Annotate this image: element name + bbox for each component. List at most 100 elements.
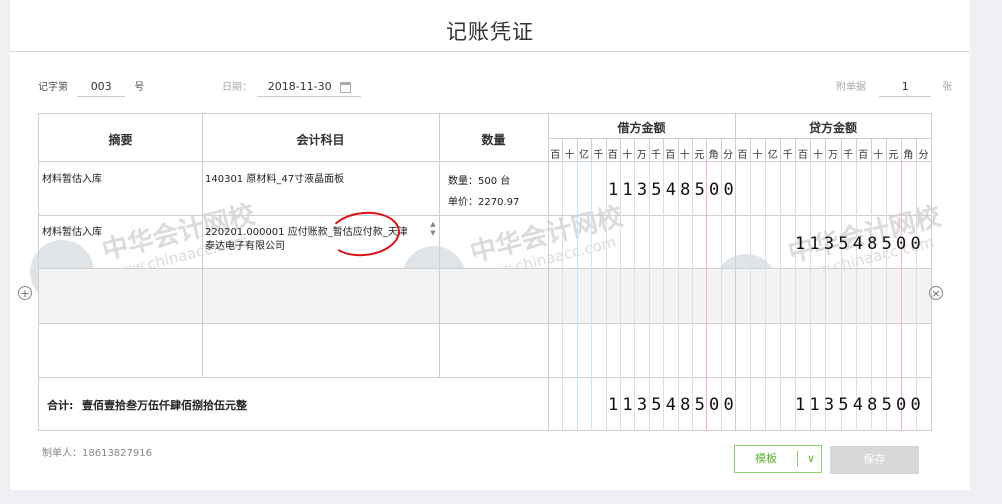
- voucher-number-suffix: 号: [134, 82, 145, 93]
- row1-quantity[interactable]: 数量：500 台: [448, 172, 510, 187]
- total-credit-amount: 113548500: [795, 395, 925, 415]
- page-title: 记账凭证: [446, 20, 534, 44]
- delete-row-icon[interactable]: ×: [929, 286, 943, 300]
- digit-gridline: [795, 161, 797, 430]
- digit-gridline: [810, 161, 812, 430]
- digit-gridline: [825, 161, 827, 430]
- digit-label-credit: 十: [752, 150, 763, 161]
- digit-label-debit: 百: [607, 150, 618, 161]
- digit-gridline: [900, 161, 902, 430]
- template-button-divider: [797, 451, 798, 467]
- digit-gridline: [576, 161, 578, 430]
- date-value: 2018-11-30: [267, 80, 332, 93]
- digit-label-debit: 十: [564, 150, 575, 161]
- digit-gridline: [692, 161, 693, 430]
- digit-label-credit: 千: [843, 150, 854, 161]
- digit-header-divider: [576, 138, 578, 161]
- digit-label-credit: 十: [812, 150, 823, 161]
- row1-account[interactable]: 140301 原材料_47寸液晶面板: [205, 170, 344, 185]
- row1-summary[interactable]: 材料暂估入库: [42, 170, 102, 185]
- header-quantity: 数量: [481, 133, 506, 147]
- template-button[interactable]: 模板 ∨: [734, 445, 822, 473]
- digit-gridline: [855, 161, 857, 430]
- digit-label-credit: 亿: [767, 150, 778, 161]
- voucher-number-field[interactable]: 003: [77, 80, 126, 97]
- digit-label-credit: 角: [903, 150, 914, 161]
- total-label: 合计:: [47, 399, 74, 412]
- digit-header-divider: [692, 138, 693, 161]
- digit-label-debit: 角: [708, 150, 719, 161]
- voucher-number-group: 记字第 003 号: [38, 78, 144, 97]
- row1-debit-amount[interactable]: 113548500: [608, 180, 738, 200]
- digit-header-divider: [706, 138, 708, 161]
- digit-gridline: [648, 161, 650, 430]
- digit-header-divider: [765, 138, 767, 161]
- digit-header-divider: [810, 138, 812, 161]
- attachment-count-field[interactable]: 1: [879, 80, 932, 97]
- row1-unit-price[interactable]: 单价：2270.97: [448, 193, 519, 208]
- digit-gridline: [870, 161, 872, 430]
- attachment-unit: 张: [942, 82, 953, 93]
- voucher-word-label: 记字第: [38, 82, 68, 93]
- digit-label-debit: 十: [679, 150, 690, 161]
- digit-label-credit: 万: [828, 150, 838, 161]
- digit-header-divider: [885, 138, 887, 161]
- header-summary: 摘要: [108, 133, 133, 147]
- digit-header-divider: [780, 138, 782, 161]
- digit-header-divider: [720, 138, 722, 161]
- voucher-table: 摘要 会计科目 数量 借方金额 贷方金额 百十亿千百十万千百十元角分百十亿千百十…: [38, 113, 932, 431]
- digit-header-divider: [605, 138, 607, 161]
- digit-gridline: [591, 161, 593, 430]
- total-debit-amount: 113548500: [608, 395, 738, 415]
- digit-label-debit: 百: [665, 150, 676, 161]
- chevron-down-icon[interactable]: ∨: [801, 446, 821, 472]
- digit-header-divider: [750, 138, 752, 161]
- row2-credit-amount[interactable]: 113548500: [795, 234, 925, 254]
- digit-header-divider: [677, 138, 679, 161]
- digit-label-credit: 百: [858, 150, 869, 161]
- digit-label-debit: 分: [722, 150, 733, 161]
- add-row-icon[interactable]: +: [18, 286, 32, 300]
- digit-label-debit: 千: [650, 150, 661, 161]
- row2-summary[interactable]: 材料暂估入库: [42, 223, 102, 238]
- maker-value: 18613827916: [82, 448, 152, 459]
- digit-label-credit: 十: [873, 150, 884, 161]
- digit-label-credit: 元: [888, 150, 899, 161]
- digit-gridline: [765, 161, 767, 430]
- digit-header-divider: [855, 138, 857, 161]
- scroll-up-icon[interactable]: ▲: [427, 220, 439, 229]
- digit-gridline: [706, 161, 708, 430]
- header-debit: 借方金额: [617, 121, 666, 135]
- digit-gridline: [885, 161, 887, 430]
- date-group: 日期： 2018-11-30: [222, 78, 362, 97]
- scroll-down-icon[interactable]: ▼: [427, 229, 439, 238]
- digit-gridline: [915, 161, 917, 430]
- digit-header-divider: [915, 138, 917, 161]
- digit-header-divider: [825, 138, 827, 161]
- digit-label-credit: 分: [918, 150, 929, 161]
- digit-label-debit: 百: [550, 150, 561, 161]
- digit-header-divider: [795, 138, 797, 161]
- save-button[interactable]: 保存: [830, 446, 919, 474]
- digit-label-debit: 元: [694, 150, 705, 161]
- digit-header-divider: [648, 138, 650, 161]
- digit-label-credit: 百: [797, 150, 808, 161]
- digit-gridline: [677, 161, 679, 430]
- digit-label-debit: 千: [593, 150, 604, 161]
- digit-gridline: [562, 161, 564, 430]
- account-scrollbar[interactable]: ▲ ▼: [427, 220, 439, 250]
- digit-gridline: [663, 161, 665, 430]
- header-credit: 贷方金额: [808, 121, 857, 135]
- digit-header-divider: [840, 138, 842, 161]
- digit-label-debit: 十: [622, 150, 633, 161]
- digit-label-debit: 亿: [578, 150, 589, 161]
- digit-gridline: [634, 161, 636, 430]
- calendar-icon[interactable]: [339, 81, 351, 93]
- maker-label: 制单人：: [42, 448, 82, 459]
- empty-row-shade: [39, 268, 931, 323]
- digit-header-divider: [870, 138, 872, 161]
- title-divider: [10, 51, 970, 52]
- date-field[interactable]: 2018-11-30: [257, 80, 362, 97]
- date-label: 日期：: [222, 82, 252, 93]
- attachment-label: 附单据: [836, 82, 866, 93]
